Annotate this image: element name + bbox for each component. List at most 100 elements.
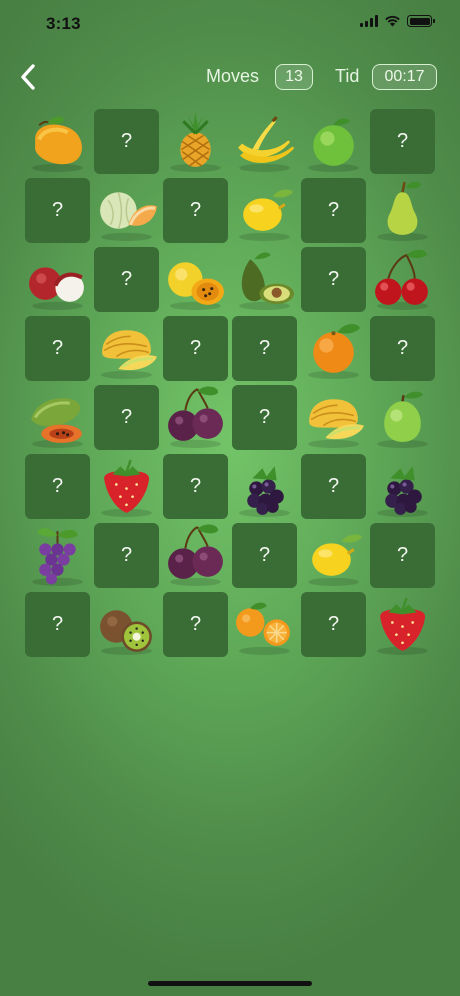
back-button[interactable] (14, 60, 42, 94)
hidden-card[interactable]: ? (301, 247, 366, 312)
question-mark: ? (51, 337, 64, 359)
passion-fruit-icon (168, 262, 224, 310)
lychee-icon (29, 267, 84, 310)
question-mark: ? (396, 544, 409, 566)
revealed-card-strawberry[interactable] (370, 592, 435, 657)
question-mark: ? (51, 475, 64, 497)
revealed-card-galia-melon[interactable] (94, 316, 159, 381)
hidden-card[interactable]: ? (370, 523, 435, 588)
revealed-card-melon[interactable] (94, 178, 159, 243)
revealed-card-blackberry[interactable] (370, 454, 435, 519)
revealed-card-mandarin[interactable] (232, 592, 297, 657)
question-mark: ? (120, 406, 133, 428)
cellular-signal-icon (360, 15, 378, 27)
revealed-card-guava[interactable] (370, 385, 435, 450)
revealed-card-banana[interactable] (232, 109, 297, 174)
mango-icon (32, 116, 83, 172)
hidden-card[interactable]: ? (163, 316, 228, 381)
plum-icon (168, 386, 223, 448)
hidden-card[interactable]: ? (25, 178, 90, 243)
question-mark: ? (189, 337, 202, 359)
revealed-card-mango[interactable] (25, 109, 90, 174)
hidden-card[interactable]: ? (301, 178, 366, 243)
pear-icon (377, 181, 428, 241)
question-mark: ? (189, 613, 202, 635)
hidden-card[interactable]: ? (94, 385, 159, 450)
hidden-card[interactable]: ? (370, 109, 435, 174)
banana-icon (238, 116, 294, 172)
hidden-card[interactable]: ? (94, 247, 159, 312)
revealed-card-pear[interactable] (370, 178, 435, 243)
status-icons (360, 15, 435, 27)
home-indicator (148, 981, 312, 986)
strawberry-icon (377, 597, 428, 655)
question-mark: ? (396, 130, 409, 152)
lemon-icon (308, 534, 362, 586)
moves-counter: 13 (275, 64, 313, 90)
chevron-left-icon (21, 64, 35, 90)
question-mark: ? (120, 130, 133, 152)
hidden-card[interactable]: ? (94, 109, 159, 174)
revealed-card-grapes[interactable] (25, 523, 90, 588)
hidden-card[interactable]: ? (232, 385, 297, 450)
grapes-icon (32, 528, 83, 586)
question-mark: ? (327, 613, 340, 635)
galia-melon-icon (308, 399, 364, 448)
revealed-card-plum[interactable] (163, 385, 228, 450)
mandarin-icon (236, 602, 290, 655)
status-time: 3:13 (46, 14, 81, 33)
revealed-card-papaya[interactable] (25, 385, 90, 450)
question-mark: ? (396, 337, 409, 359)
guava-icon (377, 391, 428, 448)
avocado-icon (239, 252, 294, 310)
question-mark: ? (327, 199, 340, 221)
moves-label: Moves (206, 66, 260, 86)
question-mark: ? (258, 544, 271, 566)
revealed-card-blackberry[interactable] (232, 454, 297, 519)
hidden-card[interactable]: ? (232, 523, 297, 588)
revealed-card-lychee[interactable] (25, 247, 90, 312)
revealed-card-pineapple[interactable] (163, 109, 228, 174)
blackberry-icon (239, 466, 290, 517)
revealed-card-strawberry[interactable] (94, 454, 159, 519)
strawberry-icon (101, 459, 152, 517)
revealed-card-kiwi[interactable] (94, 592, 159, 657)
wifi-icon (385, 15, 400, 27)
time-label: Tid (335, 66, 360, 86)
hidden-card[interactable]: ? (301, 592, 366, 657)
revealed-card-galia-melon[interactable] (301, 385, 366, 450)
hidden-card[interactable]: ? (94, 523, 159, 588)
hidden-card[interactable]: ? (163, 592, 228, 657)
game-header: Moves 13 Tid 00:17 (0, 56, 460, 98)
question-mark: ? (51, 199, 64, 221)
revealed-card-passion-fruit[interactable] (163, 247, 228, 312)
question-mark: ? (258, 406, 271, 428)
revealed-card-avocado[interactable] (232, 247, 297, 312)
pineapple-icon (170, 112, 221, 172)
question-mark: ? (258, 337, 271, 359)
lemon-icon (239, 189, 293, 241)
hidden-card[interactable]: ? (25, 454, 90, 519)
galia-melon-icon (101, 330, 157, 379)
revealed-card-plum[interactable] (163, 523, 228, 588)
revealed-card-orange[interactable] (301, 316, 366, 381)
orange-icon (308, 324, 360, 379)
hidden-card[interactable]: ? (25, 316, 90, 381)
revealed-card-lime[interactable] (301, 109, 366, 174)
question-mark: ? (327, 475, 340, 497)
question-mark: ? (120, 268, 133, 290)
revealed-card-lemon[interactable] (301, 523, 366, 588)
battery-icon (407, 15, 435, 27)
timer-display: 00:17 (372, 64, 437, 90)
hidden-card[interactable]: ? (25, 592, 90, 657)
hidden-card[interactable]: ? (301, 454, 366, 519)
memory-board: ?????????????????????? (25, 109, 435, 658)
blackberry-icon (377, 466, 428, 517)
revealed-card-lemon[interactable] (232, 178, 297, 243)
hidden-card[interactable]: ? (232, 316, 297, 381)
revealed-card-cherry[interactable] (370, 247, 435, 312)
hidden-card[interactable]: ? (163, 454, 228, 519)
hidden-card[interactable]: ? (370, 316, 435, 381)
question-mark: ? (51, 613, 64, 635)
hidden-card[interactable]: ? (163, 178, 228, 243)
